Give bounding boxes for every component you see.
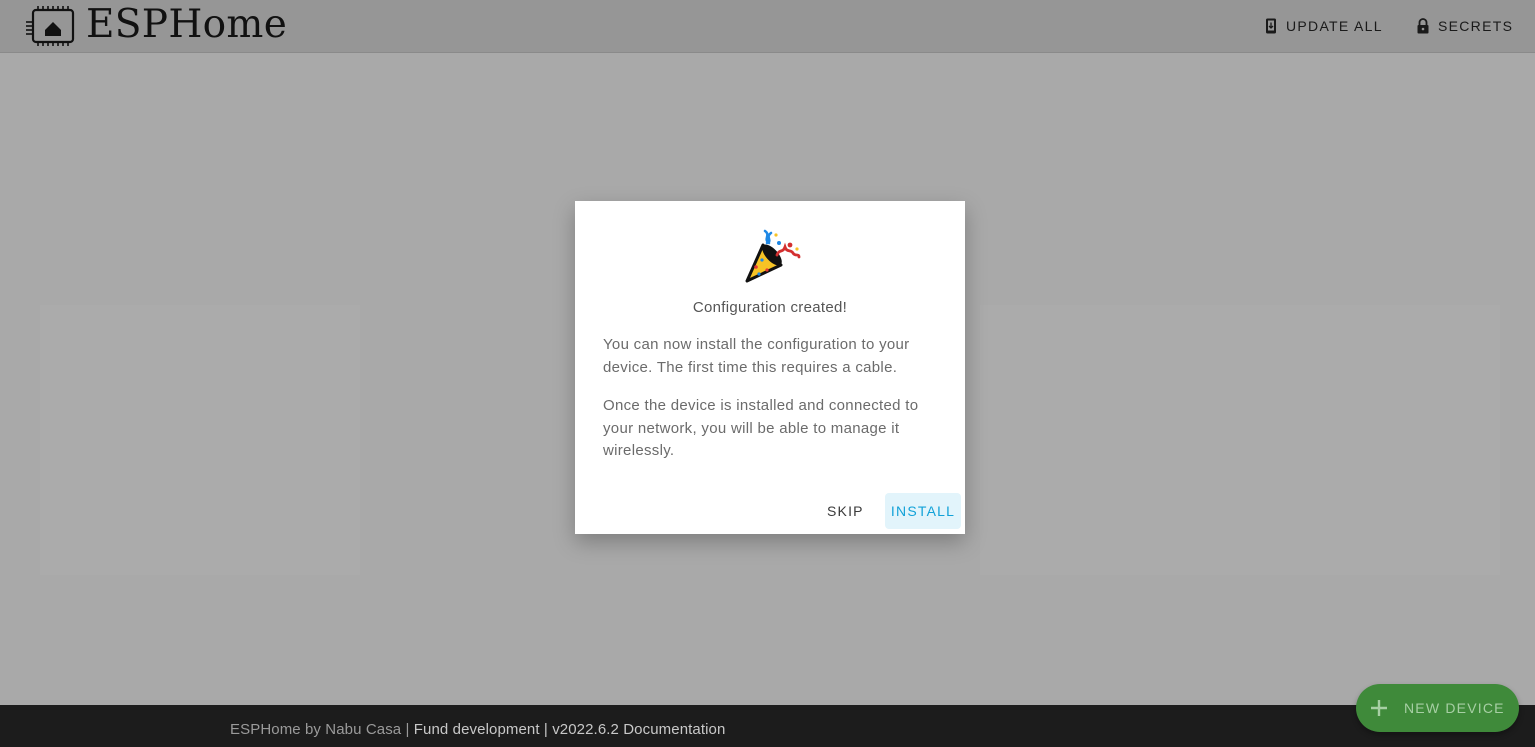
footer-credit: ESPHome by Nabu Casa |	[230, 721, 414, 738]
install-button[interactable]: INSTALL	[885, 493, 961, 529]
footer: ESPHome by Nabu Casa | Fund development …	[0, 705, 1535, 747]
top-app-bar: ESPHome UPDATE ALL SECRETS	[0, 0, 1535, 53]
update-all-button[interactable]: UPDATE ALL	[1264, 14, 1383, 38]
party-popper-icon	[745, 229, 801, 283]
plus-icon	[1371, 700, 1387, 716]
secrets-label: SECRETS	[1438, 18, 1514, 34]
background-card	[980, 305, 1500, 575]
update-all-label: UPDATE ALL	[1286, 18, 1383, 34]
secrets-button[interactable]: SECRETS	[1416, 14, 1513, 38]
new-device-button[interactable]: NEW DEVICE	[1356, 684, 1519, 732]
configuration-created-dialog: Configuration created! You can now insta…	[575, 201, 965, 534]
new-device-label: NEW DEVICE	[1404, 700, 1505, 716]
dialog-paragraph-wireless: Once the device is installed and connect…	[603, 397, 919, 459]
brand-title: ESPHome	[86, 2, 288, 47]
lock-icon	[1417, 18, 1429, 34]
dialog-title: Configuration created!	[692, 299, 848, 316]
version-documentation-link[interactable]: v2022.6.2 Documentation	[552, 721, 725, 738]
background-card	[40, 305, 360, 575]
footer-text: ESPHome by Nabu Casa | Fund development …	[230, 721, 725, 738]
footer-separator: |	[539, 721, 553, 738]
esphome-logo-icon	[26, 6, 75, 46]
cellphone-arrow-down-icon	[1266, 18, 1276, 34]
skip-button[interactable]: SKIP	[819, 493, 872, 529]
fund-development-link[interactable]: Fund development	[414, 721, 540, 738]
dialog-paragraph-install: You can now install the configuration to…	[603, 336, 910, 376]
